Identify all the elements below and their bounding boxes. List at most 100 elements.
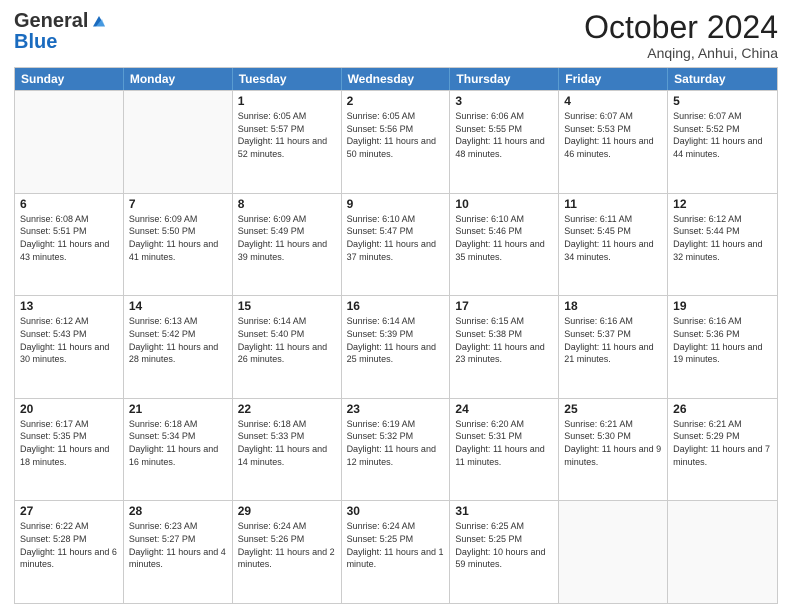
day-number: 13 xyxy=(20,299,118,313)
day-info: Sunrise: 6:09 AM Sunset: 5:49 PM Dayligh… xyxy=(238,213,336,263)
logo: General Blue xyxy=(14,10,108,54)
cell-w5-d2: 28Sunrise: 6:23 AM Sunset: 5:27 PM Dayli… xyxy=(124,501,233,603)
day-info: Sunrise: 6:12 AM Sunset: 5:43 PM Dayligh… xyxy=(20,315,118,365)
day-info: Sunrise: 6:16 AM Sunset: 5:37 PM Dayligh… xyxy=(564,315,662,365)
cell-w2-d4: 9Sunrise: 6:10 AM Sunset: 5:47 PM Daylig… xyxy=(342,194,451,296)
day-number: 15 xyxy=(238,299,336,313)
day-info: Sunrise: 6:23 AM Sunset: 5:27 PM Dayligh… xyxy=(129,520,227,570)
day-number: 9 xyxy=(347,197,445,211)
header-saturday: Saturday xyxy=(668,68,777,90)
logo-general-text: General xyxy=(14,10,88,33)
calendar-header: Sunday Monday Tuesday Wednesday Thursday… xyxy=(15,68,777,90)
cell-w1-d6: 4 Sunrise: 6:07 AM Sunset: 5:53 PM Daylig… xyxy=(559,91,668,193)
day-number: 25 xyxy=(564,402,662,416)
header-thursday: Thursday xyxy=(450,68,559,90)
cell-w1-d3: 1Sunrise: 6:05 AM Sunset: 5:57 PM Daylig… xyxy=(233,91,342,193)
cell-w2-d3: 8 Sunrise: 6:09 AM Sunset: 5:49 PM Daylig… xyxy=(233,194,342,296)
week-3: 13 Sunrise: 6:12 AM Sunset: 5:43 PM Dayli… xyxy=(15,295,777,398)
cell-w4-d2: 21 Sunrise: 6:18 AM Sunset: 5:34 PM Dayli… xyxy=(124,399,233,501)
day-number: 2 xyxy=(347,94,445,108)
day-info: Sunrise: 6:24 AM Sunset: 5:26 PM Dayligh… xyxy=(238,520,336,570)
day-info: Sunrise: 6:11 AM Sunset: 5:45 PM Dayligh… xyxy=(564,213,662,263)
page: General Blue October 2024 Anqing, Anhui,… xyxy=(0,0,792,612)
cell-w3-d5: 17Sunrise: 6:15 AM Sunset: 5:38 PM Dayli… xyxy=(450,296,559,398)
logo-blue-text: Blue xyxy=(14,31,57,53)
calendar: Sunday Monday Tuesday Wednesday Thursday… xyxy=(14,67,778,604)
day-info: Sunrise: 6:14 AM Sunset: 5:40 PM Dayligh… xyxy=(238,315,336,365)
day-info: Sunrise: 6:07 AM Sunset: 5:52 PM Dayligh… xyxy=(673,110,772,160)
day-number: 16 xyxy=(347,299,445,313)
cell-w1-d1 xyxy=(15,91,124,193)
day-info: Sunrise: 6:16 AM Sunset: 5:36 PM Dayligh… xyxy=(673,315,772,365)
day-info: Sunrise: 6:13 AM Sunset: 5:42 PM Dayligh… xyxy=(129,315,227,365)
day-info: Sunrise: 6:15 AM Sunset: 5:38 PM Dayligh… xyxy=(455,315,553,365)
cell-w4-d5: 24 Sunrise: 6:20 AM Sunset: 5:31 PM Dayli… xyxy=(450,399,559,501)
day-number: 11 xyxy=(564,197,662,211)
header-monday: Monday xyxy=(124,68,233,90)
cell-w3-d3: 15 Sunrise: 6:14 AM Sunset: 5:40 PM Dayli… xyxy=(233,296,342,398)
cell-w1-d5: 3 Sunrise: 6:06 AM Sunset: 5:55 PM Daylig… xyxy=(450,91,559,193)
day-info: Sunrise: 6:21 AM Sunset: 5:30 PM Dayligh… xyxy=(564,418,662,468)
day-number: 6 xyxy=(20,197,118,211)
day-number: 26 xyxy=(673,402,772,416)
cell-w3-d6: 18 Sunrise: 6:16 AM Sunset: 5:37 PM Dayli… xyxy=(559,296,668,398)
day-number: 10 xyxy=(455,197,553,211)
day-number: 8 xyxy=(238,197,336,211)
day-number: 29 xyxy=(238,504,336,518)
day-info: Sunrise: 6:09 AM Sunset: 5:50 PM Dayligh… xyxy=(129,213,227,263)
day-number: 24 xyxy=(455,402,553,416)
title-block: October 2024 Anqing, Anhui, China xyxy=(584,10,778,61)
day-number: 18 xyxy=(564,299,662,313)
cell-w1-d7: 5 Sunrise: 6:07 AM Sunset: 5:52 PM Daylig… xyxy=(668,91,777,193)
day-info: Sunrise: 6:20 AM Sunset: 5:31 PM Dayligh… xyxy=(455,418,553,468)
day-info: Sunrise: 6:25 AM Sunset: 5:25 PM Dayligh… xyxy=(455,520,553,570)
day-info: Sunrise: 6:06 AM Sunset: 5:55 PM Dayligh… xyxy=(455,110,553,160)
day-number: 12 xyxy=(673,197,772,211)
cell-w1-d4: 2 Sunrise: 6:05 AM Sunset: 5:56 PM Daylig… xyxy=(342,91,451,193)
header-sunday: Sunday xyxy=(15,68,124,90)
cell-w5-d3: 29 Sunrise: 6:24 AM Sunset: 5:26 PM Dayli… xyxy=(233,501,342,603)
cell-w5-d7 xyxy=(668,501,777,603)
day-number: 20 xyxy=(20,402,118,416)
day-info: Sunrise: 6:12 AM Sunset: 5:44 PM Dayligh… xyxy=(673,213,772,263)
day-number: 7 xyxy=(129,197,227,211)
day-number: 30 xyxy=(347,504,445,518)
subtitle: Anqing, Anhui, China xyxy=(584,45,778,61)
day-number: 3 xyxy=(455,94,553,108)
day-number: 31 xyxy=(455,504,553,518)
cell-w4-d7: 26 Sunrise: 6:21 AM Sunset: 5:29 PM Dayli… xyxy=(668,399,777,501)
cell-w5-d4: 30Sunrise: 6:24 AM Sunset: 5:25 PM Dayli… xyxy=(342,501,451,603)
cell-w5-d6 xyxy=(559,501,668,603)
cell-w1-d2 xyxy=(124,91,233,193)
cell-w3-d1: 13 Sunrise: 6:12 AM Sunset: 5:43 PM Dayli… xyxy=(15,296,124,398)
day-number: 23 xyxy=(347,402,445,416)
cell-w3-d4: 16 Sunrise: 6:14 AM Sunset: 5:39 PM Dayli… xyxy=(342,296,451,398)
header-wednesday: Wednesday xyxy=(342,68,451,90)
day-number: 22 xyxy=(238,402,336,416)
month-title: October 2024 xyxy=(584,10,778,45)
day-info: Sunrise: 6:08 AM Sunset: 5:51 PM Dayligh… xyxy=(20,213,118,263)
cell-w5-d5: 31 Sunrise: 6:25 AM Sunset: 5:25 PM Dayli… xyxy=(450,501,559,603)
cell-w2-d6: 11 Sunrise: 6:11 AM Sunset: 5:45 PM Dayli… xyxy=(559,194,668,296)
day-number: 21 xyxy=(129,402,227,416)
cell-w4-d1: 20 Sunrise: 6:17 AM Sunset: 5:35 PM Dayli… xyxy=(15,399,124,501)
header-friday: Friday xyxy=(559,68,668,90)
week-4: 20 Sunrise: 6:17 AM Sunset: 5:35 PM Dayli… xyxy=(15,398,777,501)
day-info: Sunrise: 6:19 AM Sunset: 5:32 PM Dayligh… xyxy=(347,418,445,468)
day-info: Sunrise: 6:05 AM Sunset: 5:57 PM Dayligh… xyxy=(238,110,336,160)
day-info: Sunrise: 6:22 AM Sunset: 5:28 PM Dayligh… xyxy=(20,520,118,570)
day-info: Sunrise: 6:05 AM Sunset: 5:56 PM Dayligh… xyxy=(347,110,445,160)
day-info: Sunrise: 6:10 AM Sunset: 5:46 PM Dayligh… xyxy=(455,213,553,263)
cell-w2-d7: 12 Sunrise: 6:12 AM Sunset: 5:44 PM Dayli… xyxy=(668,194,777,296)
header-tuesday: Tuesday xyxy=(233,68,342,90)
day-number: 4 xyxy=(564,94,662,108)
day-info: Sunrise: 6:18 AM Sunset: 5:34 PM Dayligh… xyxy=(129,418,227,468)
cell-w3-d7: 19Sunrise: 6:16 AM Sunset: 5:36 PM Dayli… xyxy=(668,296,777,398)
day-info: Sunrise: 6:17 AM Sunset: 5:35 PM Dayligh… xyxy=(20,418,118,468)
day-info: Sunrise: 6:14 AM Sunset: 5:39 PM Dayligh… xyxy=(347,315,445,365)
cell-w4-d3: 22Sunrise: 6:18 AM Sunset: 5:33 PM Dayli… xyxy=(233,399,342,501)
day-info: Sunrise: 6:21 AM Sunset: 5:29 PM Dayligh… xyxy=(673,418,772,468)
day-number: 5 xyxy=(673,94,772,108)
cell-w3-d2: 14Sunrise: 6:13 AM Sunset: 5:42 PM Dayli… xyxy=(124,296,233,398)
day-info: Sunrise: 6:07 AM Sunset: 5:53 PM Dayligh… xyxy=(564,110,662,160)
